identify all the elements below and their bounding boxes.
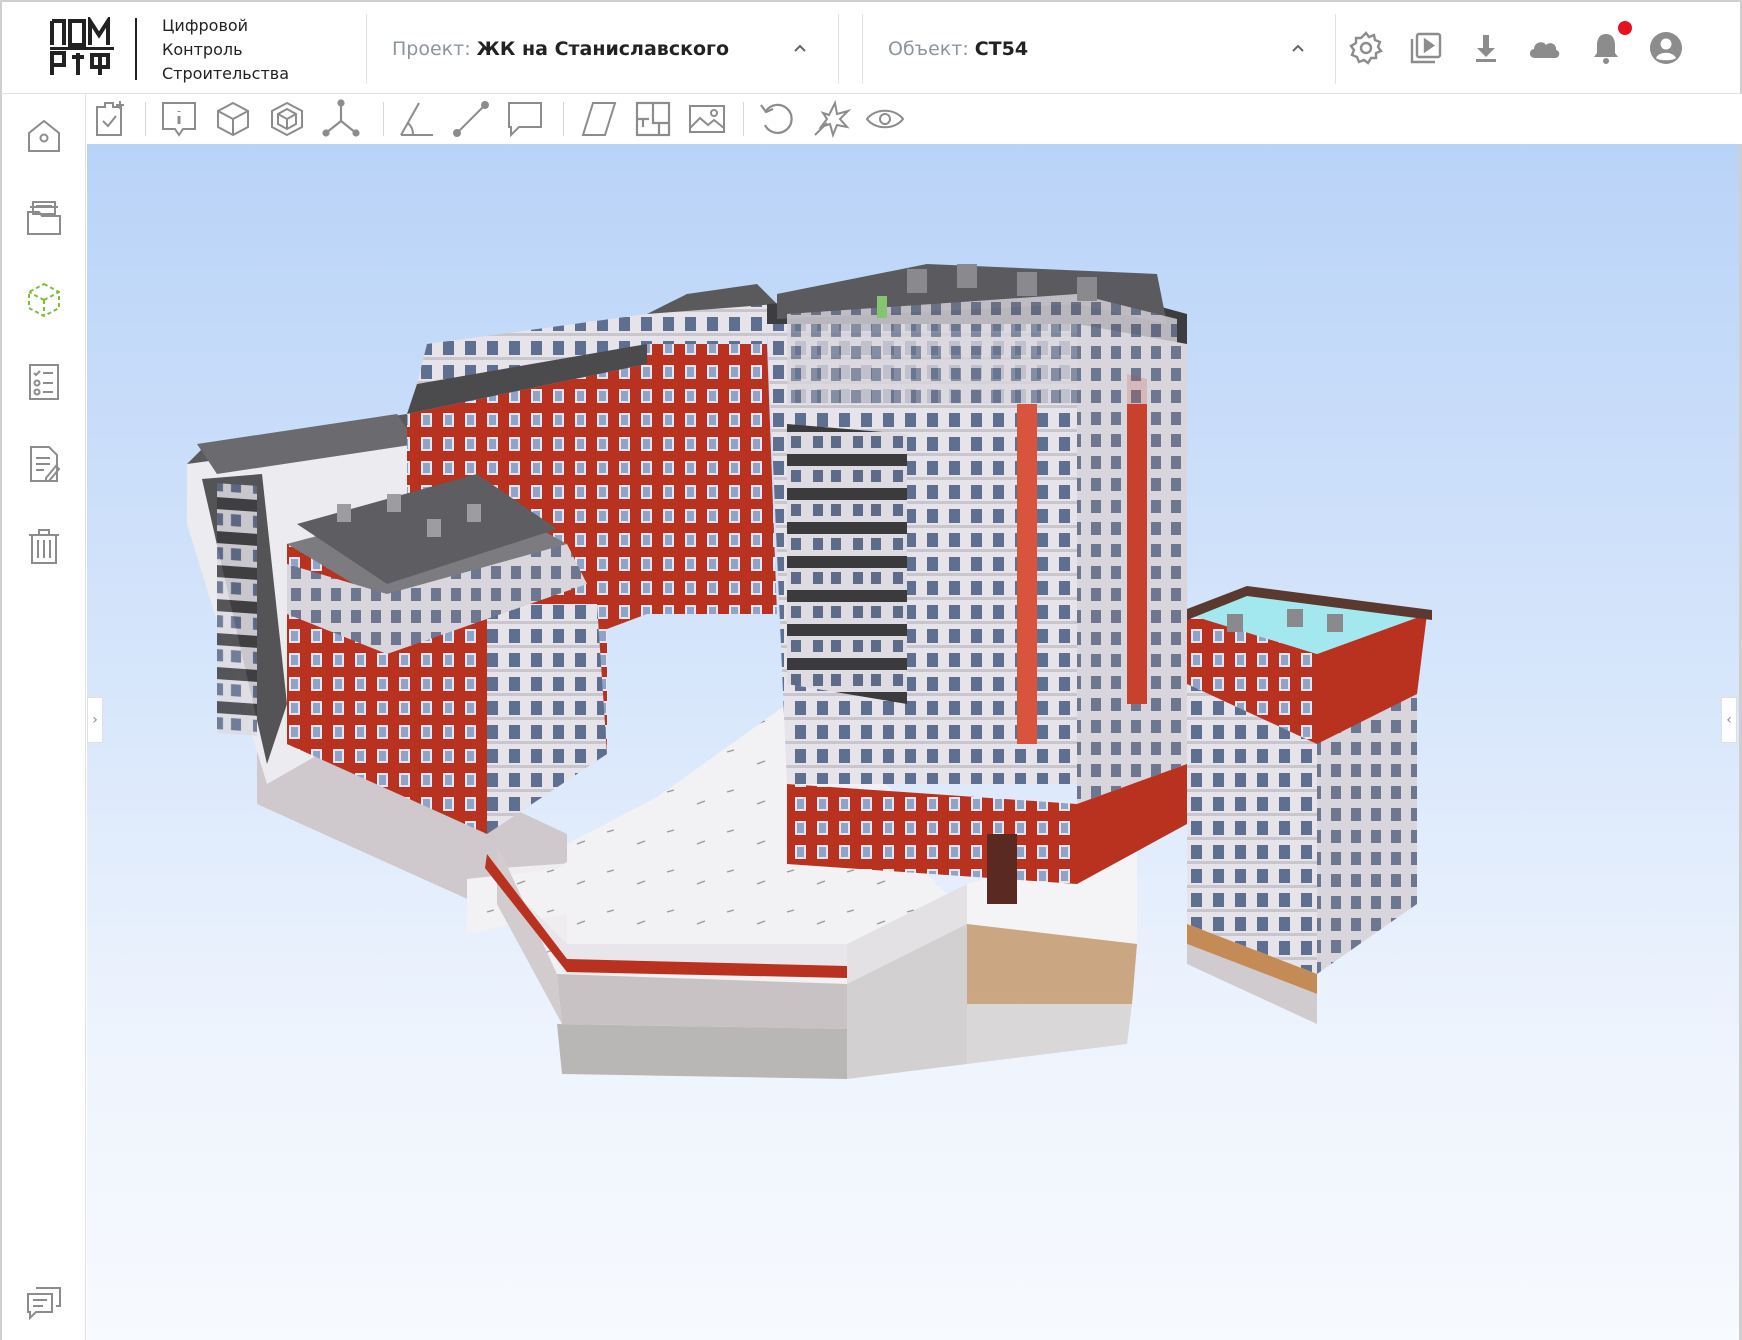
- right-panel-toggle[interactable]: ‹: [1721, 697, 1737, 743]
- brand-line-2: Контроль: [162, 40, 243, 59]
- video-library-icon[interactable]: [1408, 30, 1444, 66]
- header-divider: [1335, 14, 1336, 84]
- building-model[interactable]: [87, 144, 1739, 1340]
- chat-icon[interactable]: [24, 1282, 64, 1322]
- gear-icon[interactable]: [1348, 30, 1384, 66]
- trash-icon[interactable]: [24, 526, 64, 566]
- axes-icon[interactable]: [321, 99, 361, 139]
- left-panel-toggle[interactable]: ›: [87, 697, 103, 743]
- box-wire-icon[interactable]: [267, 99, 307, 139]
- visibility-icon[interactable]: [865, 99, 905, 139]
- 3d-cube-icon[interactable]: [24, 280, 64, 320]
- explode-icon[interactable]: [811, 99, 851, 139]
- brand-line-3: Строительства: [162, 64, 290, 83]
- project-label: Проект:: [392, 38, 471, 60]
- angle-measure-icon[interactable]: [397, 99, 437, 139]
- comment-icon[interactable]: [505, 99, 545, 139]
- reset-view-icon[interactable]: [757, 99, 797, 139]
- header-divider: [838, 14, 839, 84]
- toolbar-divider: [383, 102, 384, 136]
- brand-name: Цифровой Контроль Строительства: [162, 14, 289, 86]
- object-label: Объект:: [888, 38, 969, 60]
- notification-dot: [1618, 21, 1632, 35]
- checklist-icon[interactable]: [24, 362, 64, 402]
- image-icon[interactable]: [687, 99, 727, 139]
- section-plane-icon[interactable]: [579, 99, 619, 139]
- user-avatar-icon[interactable]: [1648, 30, 1684, 66]
- object-selector[interactable]: Объект: СТ54: [888, 2, 1308, 96]
- floor-plan-icon[interactable]: [633, 99, 673, 139]
- header-divider: [366, 14, 367, 84]
- home-icon[interactable]: [24, 116, 64, 156]
- info-icon[interactable]: [159, 99, 199, 139]
- toolbar-divider: [145, 102, 146, 136]
- app-header: Цифровой Контроль Строительства Проект: …: [0, 0, 1742, 94]
- task-check-icon[interactable]: [91, 99, 131, 139]
- box-icon[interactable]: [213, 99, 253, 139]
- toolbar-divider: [563, 102, 564, 136]
- viewer-toolbar: [87, 94, 1742, 144]
- header-divider: [862, 14, 863, 84]
- cloud-icon[interactable]: [1526, 30, 1562, 66]
- folders-icon[interactable]: [24, 198, 64, 238]
- bell-icon[interactable]: [1588, 30, 1624, 66]
- logo-divider: [135, 18, 137, 80]
- left-sidebar: [0, 94, 86, 1340]
- download-icon[interactable]: [1468, 30, 1504, 66]
- distance-measure-icon[interactable]: [451, 99, 491, 139]
- model-viewport[interactable]: › ‹: [87, 144, 1739, 1340]
- chevron-up-icon[interactable]: [792, 40, 808, 56]
- chevron-up-icon[interactable]: [1290, 40, 1306, 56]
- dom-rf-logo[interactable]: [50, 17, 114, 79]
- project-value: ЖК на Станиславского: [476, 38, 730, 60]
- brand-line-1: Цифровой: [162, 16, 249, 35]
- object-value: СТ54: [974, 38, 1029, 60]
- document-edit-icon[interactable]: [24, 444, 64, 484]
- project-selector[interactable]: Проект: ЖК на Станиславского: [392, 2, 812, 96]
- toolbar-divider: [743, 102, 744, 136]
